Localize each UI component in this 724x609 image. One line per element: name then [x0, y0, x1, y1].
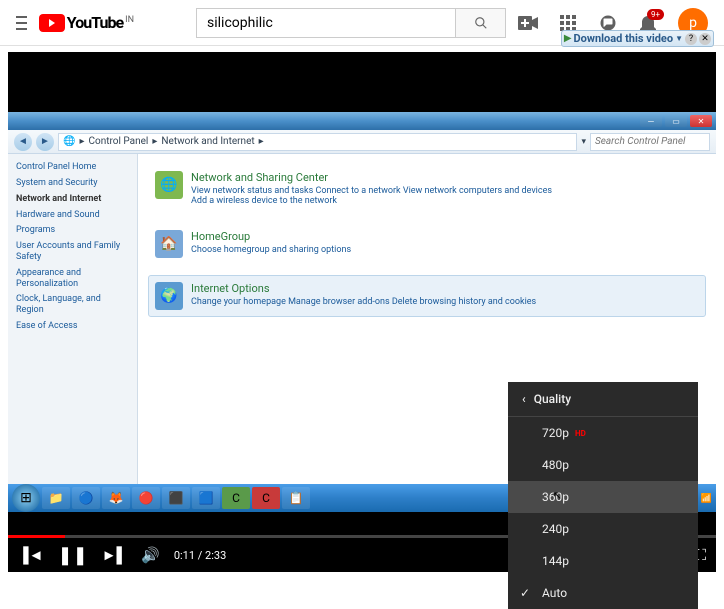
sidebar-item-active: Network and Internet [16, 194, 129, 205]
taskbar-firefox-icon: 🦊 [102, 487, 130, 509]
nav-back-icon: ◄ [14, 133, 32, 151]
window-maximize-icon: ▭ [665, 115, 687, 127]
youtube-logo[interactable]: YouTube IN [39, 13, 134, 32]
taskbar-chrome-icon: 🔵 [72, 487, 100, 509]
quality-option-480p[interactable]: 480p [508, 449, 698, 481]
quality-option-auto[interactable]: ✓Auto [508, 577, 698, 609]
search-icon [474, 16, 488, 30]
taskbar-opera-icon: 🔴 [132, 487, 160, 509]
hd-badge: HD [575, 429, 586, 438]
cp-panel-homegroup: 🏠 HomeGroup Choose homegroup and sharing… [148, 223, 706, 265]
hamburger-menu-icon[interactable] [16, 16, 27, 30]
download-video-bar[interactable]: ▶ Download this video ▼ ? ✕ [561, 30, 714, 47]
sidebar-item: Clock, Language, and Region [16, 294, 129, 316]
youtube-play-icon [39, 14, 65, 32]
download-label: Download this video [574, 32, 674, 45]
quality-title: Quality [534, 392, 571, 406]
taskbar-app-icon: 📋 [282, 487, 310, 509]
cp-sidebar: Control Panel Home System and Security N… [8, 154, 138, 512]
window-minimize-icon: ─ [640, 115, 662, 127]
window-titlebar: ─ ▭ ✕ [8, 112, 716, 130]
window-close-icon: ✕ [690, 115, 712, 127]
download-chevron-icon: ▼ [675, 34, 683, 43]
pause-button[interactable]: ❚❚ [57, 545, 87, 566]
sidebar-item: Hardware and Sound [16, 210, 129, 221]
quality-header[interactable]: ‹ Quality [508, 382, 698, 417]
quality-option-360p[interactable]: 360p [508, 481, 698, 513]
sidebar-item: Ease of Access [16, 321, 129, 332]
quality-menu[interactable]: ‹ Quality 720pHD 480p 360p 240p 144p ✓Au… [508, 382, 698, 609]
check-icon: ✓ [520, 586, 530, 600]
download-play-icon: ▶ [564, 33, 572, 44]
logo-region: IN [125, 15, 134, 25]
taskbar-explorer-icon: 📁 [42, 487, 70, 509]
taskbar-app-icon: C [222, 487, 250, 509]
cp-search-input [590, 133, 710, 151]
quality-option-720p[interactable]: 720pHD [508, 417, 698, 449]
search-button[interactable] [456, 8, 506, 38]
cp-panel-network: 🌐 Network and Sharing Center View networ… [148, 164, 706, 213]
taskbar-app-icon: 🟦 [192, 487, 220, 509]
breadcrumb-icon: 🌐 [63, 136, 75, 147]
next-button[interactable]: ►▌ [102, 546, 127, 564]
volume-icon[interactable]: 🔊 [141, 546, 160, 564]
logo-text: YouTube [67, 13, 123, 32]
cursor-icon: ↖ [553, 489, 562, 502]
network-sharing-icon: 🌐 [155, 171, 183, 199]
cp-home-link: Control Panel Home [16, 162, 129, 172]
taskbar-app-icon: C [252, 487, 280, 509]
sidebar-item: Appearance and Personalization [16, 268, 129, 290]
create-video-icon[interactable] [518, 13, 538, 33]
sidebar-item: System and Security [16, 178, 129, 189]
previous-button[interactable]: ▐◄ [18, 546, 43, 564]
sidebar-item: User Accounts and Family Safety [16, 241, 129, 263]
time-display: 0:11 / 2:33 [174, 549, 226, 562]
quality-option-240p[interactable]: 240p [508, 513, 698, 545]
video-player: ─ ▭ ✕ ◄ ► 🌐 ▸ Control Panel ▸ Network an… [8, 52, 716, 572]
chevron-left-icon: ‹ [522, 392, 526, 406]
download-close-icon[interactable]: ✕ [699, 33, 711, 45]
nav-forward-icon: ► [36, 133, 54, 151]
quality-option-144p[interactable]: 144p [508, 545, 698, 577]
sidebar-item: Programs [16, 225, 129, 236]
notification-badge: 9+ [647, 9, 664, 20]
internet-options-icon: 🌍 [155, 282, 183, 310]
cp-panel-internet: 🌍 Internet Options Change your homepage … [148, 275, 706, 317]
explorer-nav: ◄ ► 🌐 ▸ Control Panel ▸ Network and Inte… [8, 130, 716, 154]
breadcrumb: 🌐 ▸ Control Panel ▸ Network and Internet… [58, 133, 577, 151]
start-orb-icon: ⊞ [12, 484, 40, 512]
download-help-icon[interactable]: ? [685, 33, 697, 45]
search-input[interactable] [196, 8, 456, 38]
homegroup-icon: 🏠 [155, 230, 183, 258]
taskbar-app-icon: ⬛ [162, 487, 190, 509]
